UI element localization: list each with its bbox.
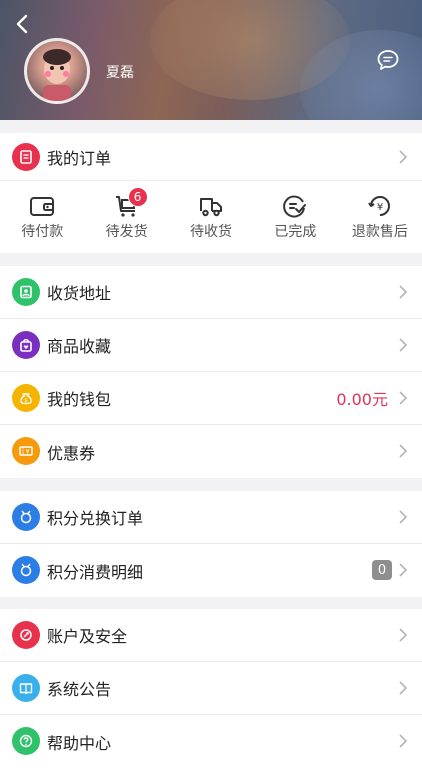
- svg-text:¥: ¥: [26, 449, 30, 456]
- checklist-icon: [283, 195, 307, 218]
- chevron-right-icon: [399, 338, 408, 352]
- favorite-bag-icon: [12, 331, 40, 359]
- back-arrow-icon: [16, 14, 28, 34]
- wallet-balance: 0.00元: [336, 390, 388, 409]
- profile-header: 夏磊: [0, 0, 422, 120]
- security-icon: [12, 621, 40, 649]
- menu-label: 系统公告: [47, 680, 112, 699]
- avatar-image: [43, 49, 71, 101]
- orders-card: 我的订单: [0, 133, 422, 181]
- my-orders-label: 我的订单: [47, 148, 112, 168]
- menu-item-address[interactable]: 收货地址: [0, 266, 422, 319]
- notice-icon: [12, 674, 40, 702]
- status-pending-payment[interactable]: 待付款: [0, 181, 84, 253]
- chevron-right-icon: [399, 285, 408, 299]
- status-label: 退款售后: [351, 224, 408, 240]
- menu-item-points-orders[interactable]: 积分兑换订单: [0, 491, 422, 544]
- menu-group-account: 账户及安全 系统公告 帮助中心: [0, 609, 422, 768]
- svg-text:$: $: [24, 398, 27, 404]
- menu-group-services: 收货地址 商品收藏 $ 我的钱包 0.00元 ¥ 优惠券: [0, 266, 422, 478]
- menu-label: 收货地址: [47, 284, 112, 303]
- my-orders-row[interactable]: 我的订单: [0, 133, 422, 181]
- message-button[interactable]: [374, 46, 402, 74]
- points-order-icon: [12, 503, 40, 531]
- order-status-bar: 待付款 6 待发货 待收货 已完成 ¥ 退款售后: [0, 181, 422, 253]
- menu-label: 优惠券: [47, 443, 96, 463]
- chevron-right-icon: [399, 628, 408, 642]
- status-pending-shipment[interactable]: 6 待发货: [84, 181, 168, 253]
- username: 夏磊: [106, 65, 134, 81]
- status-completed[interactable]: 已完成: [253, 181, 337, 253]
- menu-item-account-security[interactable]: 账户及安全: [0, 609, 422, 662]
- avatar[interactable]: [24, 38, 90, 104]
- pending-shipment-badge: 6: [127, 187, 148, 207]
- menu-label: 积分兑换订单: [47, 509, 144, 528]
- menu-item-wallet[interactable]: $ 我的钱包 0.00元: [0, 372, 422, 425]
- chevron-right-icon: [399, 444, 408, 458]
- chevron-right-icon: [399, 391, 408, 405]
- menu-label: 我的钱包: [47, 390, 112, 409]
- status-refund[interactable]: ¥ 退款售后: [338, 181, 422, 253]
- menu-label: 账户及安全: [47, 627, 128, 646]
- menu-item-coupons[interactable]: ¥ 优惠券: [0, 425, 422, 478]
- status-label: 待发货: [105, 224, 148, 240]
- menu-item-favorites[interactable]: 商品收藏: [0, 319, 422, 372]
- status-pending-receipt[interactable]: 待收货: [169, 181, 253, 253]
- menu-label: 商品收藏: [47, 337, 112, 356]
- chevron-right-icon: [399, 563, 408, 577]
- back-button[interactable]: [8, 10, 36, 38]
- status-label: 已完成: [274, 224, 317, 240]
- chevron-right-icon: [399, 681, 408, 695]
- points-count-badge: 0: [372, 560, 392, 580]
- chat-bubble-icon: [377, 50, 399, 70]
- menu-label: 积分消费明细: [47, 562, 144, 582]
- chevron-right-icon: [399, 150, 408, 164]
- menu-item-announcements[interactable]: 系统公告: [0, 662, 422, 715]
- orders-icon: [12, 143, 40, 171]
- status-label: 待收货: [190, 224, 233, 240]
- menu-group-points: 积分兑换订单 积分消费明细 0: [0, 491, 422, 597]
- wallet-icon: [30, 197, 55, 216]
- help-icon: [12, 727, 40, 755]
- wallet-bag-icon: $: [12, 384, 40, 412]
- chevron-right-icon: [399, 734, 408, 748]
- truck-icon: [200, 198, 223, 217]
- menu-item-points-details[interactable]: 积分消费明细 0: [0, 544, 422, 597]
- refund-icon: ¥: [367, 196, 390, 216]
- svg-text:¥: ¥: [377, 202, 383, 213]
- chevron-right-icon: [399, 510, 408, 524]
- coupon-icon: ¥: [12, 437, 40, 465]
- address-icon: [12, 278, 40, 306]
- status-label: 待付款: [21, 224, 64, 240]
- menu-item-help-center[interactable]: 帮助中心: [0, 715, 422, 768]
- points-detail-icon: [12, 556, 40, 584]
